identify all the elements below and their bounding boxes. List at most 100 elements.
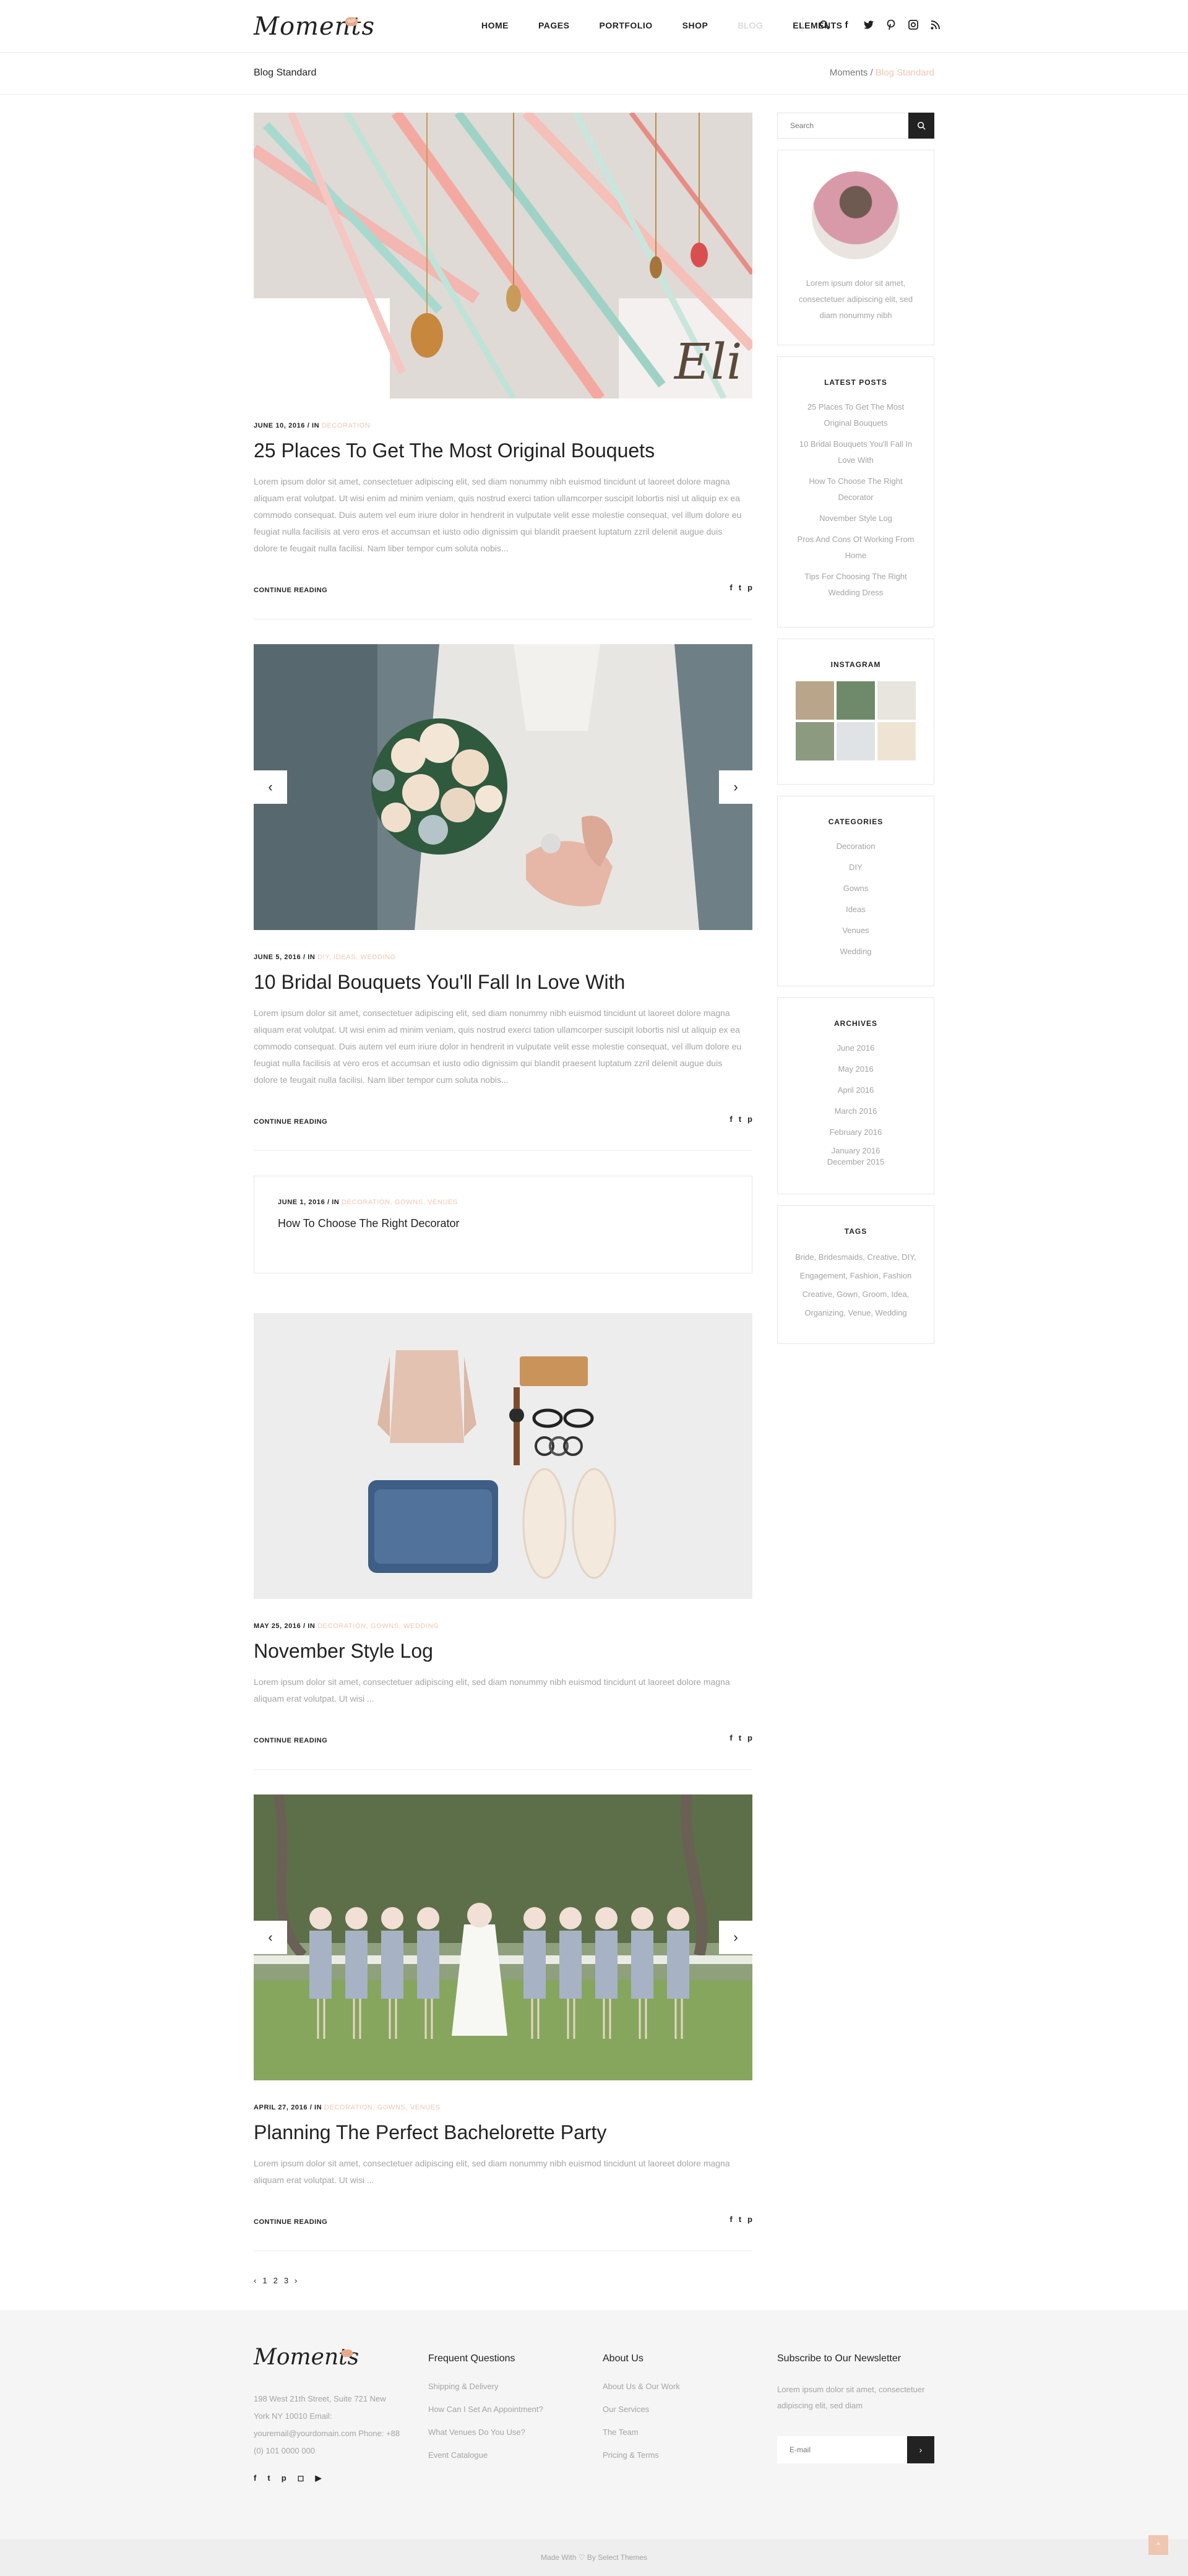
pinterest-icon[interactable] xyxy=(885,19,897,30)
category-link[interactable]: Wedding xyxy=(793,944,919,960)
continue-reading-link[interactable]: CONTINUE READING xyxy=(254,1118,327,1126)
category-link[interactable]: Venues xyxy=(793,923,919,939)
footer-link[interactable]: Our Services xyxy=(603,2405,680,2414)
footer-link[interactable]: How Can I Set An Appointment? xyxy=(428,2405,543,2414)
rss-icon[interactable] xyxy=(930,19,941,30)
post-image-bridesmaids[interactable]: ‹ › xyxy=(254,1794,752,2080)
archive-link[interactable]: January 2016 xyxy=(793,1145,919,1157)
slider-next-arrow[interactable]: › xyxy=(719,1921,752,1954)
instagram-photo[interactable] xyxy=(837,722,875,760)
archive-link[interactable]: April 2016 xyxy=(793,1082,919,1098)
pinterest-icon[interactable]: p xyxy=(747,1114,752,1124)
post-categories[interactable]: DECORATION, GOWNS, WEDDING xyxy=(317,1622,439,1630)
facebook-icon[interactable]: f xyxy=(730,2215,732,2224)
post-categories[interactable]: DECORATION xyxy=(322,422,371,429)
continue-reading-link[interactable]: CONTINUE READING xyxy=(254,1737,327,1744)
footer-logo[interactable]: Moments xyxy=(254,2345,359,2370)
footer-link[interactable]: The Team xyxy=(603,2427,680,2437)
archive-link[interactable]: December 2015 xyxy=(793,1157,919,1168)
newsletter-submit-button[interactable]: › xyxy=(907,2436,934,2463)
slider-next-arrow[interactable]: › xyxy=(719,770,752,804)
post-date[interactable]: JUNE 10, 2016 xyxy=(254,422,305,429)
post-title[interactable]: How To Choose The Right Decorator xyxy=(278,1217,728,1230)
category-link[interactable]: Ideas xyxy=(793,902,919,918)
facebook-icon[interactable]: f xyxy=(841,19,852,30)
nav-home[interactable]: HOME xyxy=(481,20,509,30)
footer-link[interactable]: What Venues Do You Use? xyxy=(428,2427,543,2437)
nav-blog[interactable]: BLOG xyxy=(738,20,763,30)
search-button[interactable] xyxy=(908,113,934,139)
latest-post-link[interactable]: Tips For Choosing The Right Wedding Dres… xyxy=(793,569,919,601)
footer-link[interactable]: About Us & Our Work xyxy=(603,2382,680,2391)
instagram-photo[interactable] xyxy=(877,722,916,760)
twitter-icon[interactable] xyxy=(863,19,874,30)
nav-portfolio[interactable]: PORTFOLIO xyxy=(599,20,652,30)
archive-link[interactable]: February 2016 xyxy=(793,1124,919,1140)
instagram-photo[interactable] xyxy=(796,681,834,720)
slider-prev-arrow[interactable]: ‹ xyxy=(254,1921,287,1954)
tag-cloud[interactable]: Bride, Bridesmaids, Creative, DIY, Engag… xyxy=(793,1248,919,1322)
search-input[interactable] xyxy=(777,113,908,139)
nav-pages[interactable]: PAGES xyxy=(538,20,569,30)
link-post[interactable]: JUNE 1, 2016 / IN DECORATION, GOWNS, VEN… xyxy=(254,1176,752,1273)
facebook-icon[interactable]: f xyxy=(730,583,732,592)
instagram-photo[interactable] xyxy=(837,681,875,720)
instagram-icon[interactable] xyxy=(908,19,919,30)
continue-reading-link[interactable]: CONTINUE READING xyxy=(254,2218,327,2226)
post-categories[interactable]: DECORATION, GOWNS, VENUES xyxy=(324,2104,441,2111)
post-image-bouquet[interactable]: ‹ › xyxy=(254,644,752,930)
post-title[interactable]: November Style Log xyxy=(254,1640,752,1663)
latest-post-link[interactable]: 25 Places To Get The Most Original Bouqu… xyxy=(793,399,919,431)
instagram-photo[interactable] xyxy=(796,722,834,760)
post-date[interactable]: MAY 25, 2016 xyxy=(254,1622,301,1630)
breadcrumb-home[interactable]: Moments xyxy=(830,67,868,78)
category-link[interactable]: Decoration xyxy=(793,838,919,855)
post-date[interactable]: JUNE 1, 2016 xyxy=(278,1199,325,1206)
latest-post-link[interactable]: November Style Log xyxy=(793,510,919,527)
twitter-icon[interactable]: t xyxy=(267,2473,270,2483)
pinterest-icon[interactable]: p xyxy=(747,2215,752,2224)
newsletter-email-input[interactable] xyxy=(777,2436,907,2463)
site-logo[interactable]: Moments xyxy=(254,12,375,41)
archive-link[interactable]: May 2016 xyxy=(793,1061,919,1077)
pagination-prev[interactable]: ‹ xyxy=(254,2276,256,2285)
footer-link[interactable]: Event Catalogue xyxy=(428,2450,543,2460)
post-title[interactable]: 10 Bridal Bouquets You'll Fall In Love W… xyxy=(254,971,752,994)
post-image-ribbons[interactable]: Eli xyxy=(254,113,752,398)
post-categories[interactable]: DIY, IDEAS, WEDDING xyxy=(317,954,396,961)
category-link[interactable]: Gowns xyxy=(793,881,919,897)
facebook-icon[interactable]: f xyxy=(730,1733,732,1742)
pagination-next[interactable]: › xyxy=(295,2276,297,2285)
post-title[interactable]: Planning The Perfect Bachelorette Party xyxy=(254,2121,752,2144)
instagram-icon[interactable]: ◻ xyxy=(298,2473,304,2483)
archive-link[interactable]: June 2016 xyxy=(793,1040,919,1056)
twitter-icon[interactable]: t xyxy=(739,1733,741,1742)
latest-post-link[interactable]: Pros And Cons Of Working From Home xyxy=(793,532,919,564)
post-date[interactable]: JUNE 5, 2016 xyxy=(254,954,301,961)
pinterest-icon[interactable]: p xyxy=(282,2473,286,2483)
twitter-icon[interactable]: t xyxy=(739,1114,741,1124)
twitter-icon[interactable]: t xyxy=(739,583,741,592)
facebook-icon[interactable]: f xyxy=(730,1114,732,1124)
post-categories[interactable]: DECORATION, GOWNS, VENUES xyxy=(342,1199,458,1206)
pagination-page-3[interactable]: 3 xyxy=(284,2276,288,2285)
footer-link[interactable]: Shipping & Delivery xyxy=(428,2382,543,2391)
facebook-icon[interactable]: f xyxy=(254,2473,256,2483)
category-link[interactable]: DIY xyxy=(793,859,919,876)
post-title[interactable]: 25 Places To Get The Most Original Bouqu… xyxy=(254,439,752,462)
back-to-top-button[interactable]: ^ xyxy=(1148,2535,1168,2555)
post-image-flatlay[interactable] xyxy=(254,1313,752,1599)
pinterest-icon[interactable]: p xyxy=(747,1733,752,1742)
pagination-page-2[interactable]: 2 xyxy=(273,2276,278,2285)
latest-post-link[interactable]: 10 Bridal Bouquets You'll Fall In Love W… xyxy=(793,436,919,468)
pagination-page-1[interactable]: 1 xyxy=(262,2276,267,2285)
post-date[interactable]: APRIL 27, 2016 xyxy=(254,2104,308,2111)
instagram-photo[interactable] xyxy=(877,681,916,720)
slider-prev-arrow[interactable]: ‹ xyxy=(254,770,287,804)
latest-post-link[interactable]: How To Choose The Right Decorator xyxy=(793,473,919,506)
footer-link[interactable]: Pricing & Terms xyxy=(603,2450,680,2460)
pinterest-icon[interactable]: p xyxy=(747,583,752,592)
continue-reading-link[interactable]: CONTINUE READING xyxy=(254,587,327,594)
archive-link[interactable]: March 2016 xyxy=(793,1103,919,1119)
nav-shop[interactable]: SHOP xyxy=(682,20,708,30)
